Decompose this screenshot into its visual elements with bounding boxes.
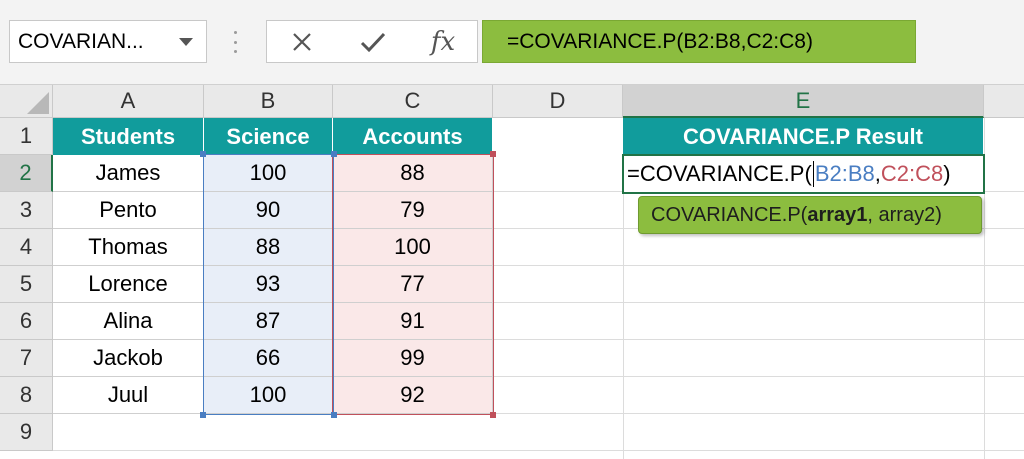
accounts-cell[interactable]: 99 [333,340,493,377]
tooltip-function: COVARIANCE.P( [651,203,808,226]
range-handle[interactable] [331,151,337,157]
row-header-1[interactable]: 1 [0,118,53,155]
edit-ref-accounts: C2:C8 [880,161,944,186]
science-cell[interactable]: 88 [204,229,333,266]
student-cell[interactable]: Thomas [53,229,204,266]
student-cell[interactable]: Juul [53,377,204,414]
row-header-8[interactable]: 8 [0,377,53,414]
science-cell[interactable]: 66 [204,340,333,377]
science-cell[interactable]: 100 [204,155,333,192]
row-header-7[interactable]: 7 [0,340,53,377]
column-header-b[interactable]: B [204,85,333,118]
text-cursor [812,161,814,187]
function-tooltip[interactable]: COVARIANCE.P(array1, array2) [638,196,982,234]
active-cell-editor[interactable]: =COVARIANCE.P(B2:B8, C2:C8) [622,154,985,194]
accounts-cell[interactable]: 79 [333,192,493,229]
student-cell[interactable]: Jackob [53,340,204,377]
select-all-button[interactable] [0,85,53,118]
header-cell-science[interactable]: Science [204,118,333,155]
checkmark-icon[interactable] [357,25,389,59]
student-cell[interactable]: James [53,155,204,192]
formula-tools: fx [266,20,478,63]
insert-function-button[interactable]: fx [425,25,461,59]
tooltip-arg1[interactable]: array1 [807,204,867,227]
formula-input[interactable]: =COVARIANCE.P(B2:B8,C2:C8) [482,20,916,63]
spreadsheet-grid: A B C D E 1 2 3 4 5 6 7 8 9 Students Sci… [0,85,1024,459]
row-header-4[interactable]: 4 [0,229,53,266]
accounts-cell[interactable]: 91 [333,303,493,340]
formula-bar: COVARIAN... fx =COVARIANCE.P(B2:B8,C2:C8… [0,0,1024,85]
header-cell-students[interactable]: Students [53,118,204,155]
formula-text: =COVARIANCE.P(B2:B8,C2:C8) [507,29,813,53]
header-cell-accounts[interactable]: Accounts [333,118,493,155]
column-header-c[interactable]: C [333,85,493,118]
edit-formula-prefix: =COVARIANCE.P( [627,161,812,186]
accounts-cell[interactable]: 77 [333,266,493,303]
accounts-cell[interactable]: 92 [333,377,493,414]
science-cell[interactable]: 93 [204,266,333,303]
row-header-6[interactable]: 6 [0,303,53,340]
column-header-f[interactable] [984,85,1024,118]
chevron-down-icon[interactable] [179,37,193,46]
name-box-value: COVARIAN... [18,29,144,53]
science-cell[interactable]: 90 [204,192,333,229]
row-header-9[interactable]: 9 [0,414,53,451]
name-box[interactable]: COVARIAN... [9,20,207,63]
range-handle[interactable] [200,412,206,418]
range-handle[interactable] [200,151,206,157]
column-header-e[interactable]: E [623,85,984,118]
row-header-2[interactable]: 2 [0,155,53,192]
student-cell[interactable]: Pento [53,192,204,229]
accounts-cell[interactable]: 100 [333,229,493,266]
range-handle[interactable] [331,412,337,418]
science-cell[interactable]: 87 [204,303,333,340]
tooltip-rest: , array2) [867,203,942,226]
column-header-a[interactable]: A [53,85,204,118]
accounts-cell[interactable]: 88 [333,155,493,192]
student-cell[interactable]: Alina [53,303,204,340]
column-header-d[interactable]: D [493,85,623,118]
edit-formula-suffix: ) [943,161,951,186]
drag-handle-icon[interactable] [232,31,238,53]
range-handle[interactable] [490,412,496,418]
edit-ref-science: B2:B8 [814,161,875,186]
range-handle[interactable] [490,151,496,157]
close-icon[interactable] [287,25,317,59]
row-header-3[interactable]: 3 [0,192,53,229]
student-cell[interactable]: Lorence [53,266,204,303]
row-header-5[interactable]: 5 [0,266,53,303]
science-cell[interactable]: 100 [204,377,333,414]
result-header-cell[interactable]: COVARIANCE.P Result [623,118,984,155]
